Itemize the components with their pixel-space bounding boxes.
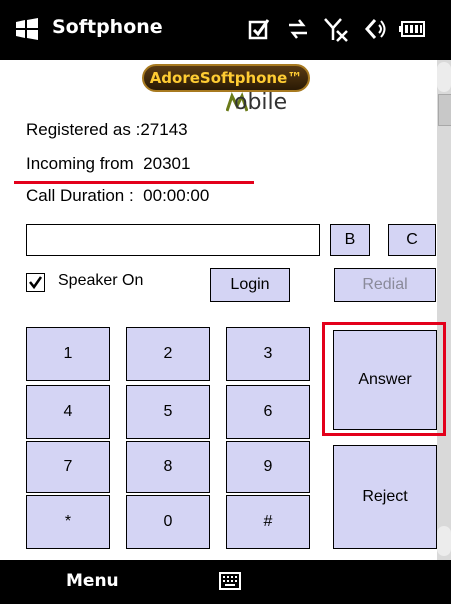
keypad-key-5[interactable]: 5	[126, 385, 210, 439]
duration-label: Call Duration :	[26, 186, 134, 205]
scroll-up-arrow-icon[interactable]	[437, 62, 451, 92]
b-button[interactable]: B	[330, 224, 370, 256]
title-bar: Softphone	[0, 0, 451, 60]
menu-softkey[interactable]: Menu	[66, 571, 119, 591]
duration-value: 00:00:00	[143, 186, 210, 205]
checkmark-icon	[29, 276, 43, 290]
redial-button[interactable]: Redial	[334, 268, 436, 302]
windows-logo-icon[interactable]	[14, 18, 40, 40]
keypad-key-8[interactable]: 8	[126, 441, 210, 493]
logo-subtitle: obile	[234, 90, 288, 115]
adoresoftphone-logo: AdoreSoftphone™ obile	[142, 64, 310, 120]
incoming-label: Incoming from	[26, 154, 134, 173]
incoming-highlight-underline	[14, 181, 254, 184]
answer-highlight-box	[322, 322, 446, 436]
data-sync-icon	[284, 14, 312, 44]
keypad-key-1[interactable]: 1	[26, 327, 110, 381]
registered-value: 27143	[140, 120, 188, 139]
reject-button[interactable]: Reject	[333, 445, 437, 549]
incoming-line: Incoming from 20301	[26, 154, 190, 174]
checkbox-icon	[246, 14, 272, 44]
bottom-bar: Menu	[0, 560, 451, 604]
battery-icon	[398, 14, 428, 44]
keypad-key-0[interactable]: 0	[126, 495, 210, 549]
logo-brand: AdoreSoftphone™	[142, 64, 310, 92]
login-button[interactable]: Login	[210, 268, 290, 302]
scroll-down-arrow-icon[interactable]	[437, 526, 451, 556]
no-signal-icon	[322, 14, 350, 44]
registered-label: Registered as :	[26, 120, 141, 139]
speaker-checkbox[interactable]	[26, 273, 45, 292]
registered-line: Registered as :27143	[26, 120, 188, 140]
app-title: Softphone	[52, 16, 163, 38]
keypad-key-3[interactable]: 3	[226, 327, 310, 381]
speaker-label: Speaker On	[58, 272, 144, 289]
keypad-key-4[interactable]: 4	[26, 385, 110, 439]
scroll-thumb[interactable]	[438, 94, 451, 126]
duration-line: Call Duration : 00:00:00	[26, 186, 209, 206]
keypad-key-hash[interactable]: #	[226, 495, 310, 549]
scrollbar[interactable]	[437, 60, 451, 560]
c-button[interactable]: C	[388, 224, 436, 256]
keypad-key-2[interactable]: 2	[126, 327, 210, 381]
volume-icon	[360, 14, 388, 44]
keypad-key-star[interactable]: *	[26, 495, 110, 549]
keypad-key-7[interactable]: 7	[26, 441, 110, 493]
keyboard-icon[interactable]	[219, 572, 241, 590]
incoming-value: 20301	[143, 154, 191, 173]
number-input[interactable]	[26, 224, 320, 256]
keypad-key-6[interactable]: 6	[226, 385, 310, 439]
keypad-key-9[interactable]: 9	[226, 441, 310, 493]
